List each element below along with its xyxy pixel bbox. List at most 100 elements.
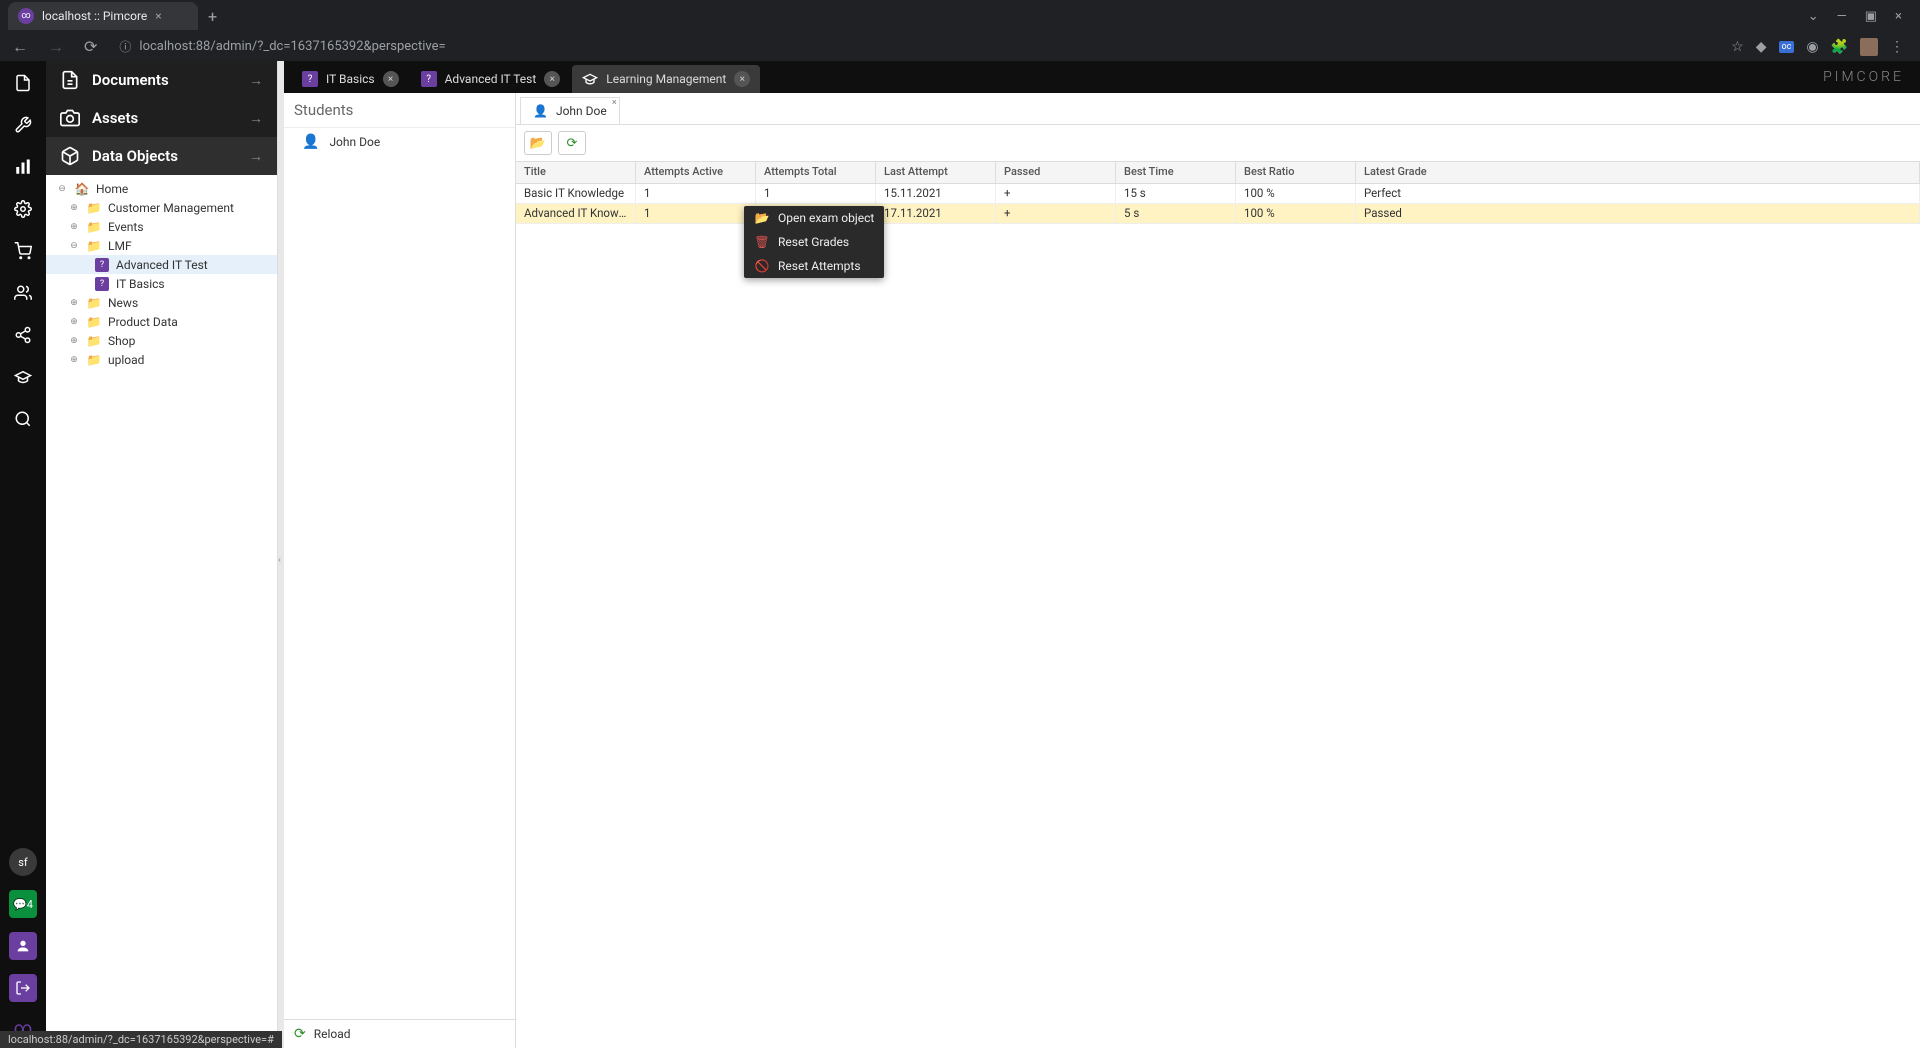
chart-icon[interactable]	[11, 155, 35, 179]
sidebar-section-data-objects[interactable]: Data Objects →	[46, 137, 277, 175]
col-title[interactable]: Title	[516, 162, 636, 183]
tree-item-lmf[interactable]: ⊖ 📁 LMF	[46, 236, 277, 255]
student-row[interactable]: 👤 John Doe	[284, 128, 515, 156]
folder-icon: 📁	[86, 220, 102, 234]
tree-item-it-basics[interactable]: ? IT Basics	[46, 274, 277, 293]
cart-icon[interactable]	[11, 239, 35, 263]
ctx-reset-attempts[interactable]: 🚫 Reset Attempts	[744, 254, 884, 278]
wrench-icon[interactable]	[11, 113, 35, 137]
tree-item-label: IT Basics	[116, 277, 165, 291]
close-icon[interactable]: ×	[734, 71, 750, 87]
collapse-icon[interactable]: ⊖	[56, 184, 68, 194]
refresh-icon: ⟳	[567, 136, 578, 151]
tree-item-home[interactable]: ⊖ 🏠 Home	[46, 179, 277, 198]
file-icon[interactable]	[11, 71, 35, 95]
tree-item-customer-mgmt[interactable]: ⊕ 📁 Customer Management	[46, 198, 277, 217]
reload-icon: ⟳	[294, 1026, 306, 1042]
symfony-icon[interactable]: sf	[9, 848, 37, 876]
tree-item-label: News	[108, 296, 138, 310]
detail-tab-john-doe[interactable]: 👤 John Doe ×	[520, 97, 620, 124]
info-icon: ⓘ	[119, 38, 131, 55]
collapse-icon[interactable]: ⊖	[68, 241, 80, 251]
camera-icon	[60, 108, 80, 128]
refresh-button[interactable]: ⟳	[558, 131, 586, 155]
tab-it-basics[interactable]: ? IT Basics ×	[292, 65, 409, 93]
profile-avatar[interactable]	[1860, 38, 1878, 56]
tree-item-news[interactable]: ⊕ 📁 News	[46, 293, 277, 312]
tree-item-upload[interactable]: ⊕ 📁 upload	[46, 350, 277, 369]
forward-button[interactable]: →	[44, 37, 68, 57]
open-folder-button[interactable]: 📂	[524, 131, 552, 155]
extension-icon-2[interactable]: oc	[1779, 41, 1795, 53]
col-last-attempt[interactable]: Last Attempt	[876, 162, 996, 183]
results-grid: Title Attempts Active Attempts Total Las…	[516, 162, 1920, 1048]
close-icon[interactable]: ×	[544, 71, 560, 87]
users-icon[interactable]	[11, 281, 35, 305]
notifications-badge[interactable]: 💬4	[9, 890, 37, 918]
splitter[interactable]	[278, 61, 284, 1048]
col-attempts-active[interactable]: Attempts Active	[636, 162, 756, 183]
document-icon	[60, 70, 80, 90]
extension-icon-1[interactable]: ◆	[1756, 39, 1767, 55]
col-latest-grade[interactable]: Latest Grade	[1356, 162, 1920, 183]
graduation-icon	[582, 71, 598, 87]
ctx-open-exam[interactable]: 📂 Open exam object	[744, 206, 884, 230]
table-row[interactable]: Basic IT Knowledge 1 1 15.11.2021 + 15 s…	[516, 184, 1920, 204]
table-row[interactable]: Advanced IT Knowled... 1 1 17.11.2021 + …	[516, 204, 1920, 224]
ctx-label: Reset Grades	[778, 235, 849, 249]
tree-item-shop[interactable]: ⊕ 📁 Shop	[46, 331, 277, 350]
arrow-right-icon: →	[249, 148, 263, 165]
cell-best-ratio: 100 %	[1236, 184, 1356, 203]
menu-icon[interactable]: ⋮	[1890, 39, 1904, 55]
sidebar-section-documents[interactable]: Documents →	[46, 61, 277, 99]
search-icon[interactable]	[11, 407, 35, 431]
tab-learning-management[interactable]: Learning Management ×	[572, 65, 760, 93]
browser-tab-close-icon[interactable]: ×	[155, 9, 161, 23]
context-menu: 📂 Open exam object 🗑 Reset Grades 🚫 Rese…	[744, 206, 884, 278]
minimize-icon[interactable]: —	[1837, 9, 1847, 24]
back-button[interactable]: ←	[8, 37, 32, 57]
col-passed[interactable]: Passed	[996, 162, 1116, 183]
new-tab-button[interactable]: +	[198, 7, 227, 26]
star-icon[interactable]: ☆	[1731, 39, 1744, 55]
tree-item-advanced-it-test[interactable]: ? Advanced IT Test	[46, 255, 277, 274]
ctx-reset-grades[interactable]: 🗑 Reset Grades	[744, 230, 884, 254]
sidebar-section-assets[interactable]: Assets →	[46, 99, 277, 137]
close-window-icon[interactable]: ×	[1895, 9, 1902, 24]
home-icon: 🏠	[74, 182, 90, 196]
maximize-icon[interactable]: ▣	[1865, 9, 1877, 24]
col-best-ratio[interactable]: Best Ratio	[1236, 162, 1356, 183]
folder-icon: 📁	[86, 296, 102, 310]
browser-tab[interactable]: ∞ localhost :: Pimcore ×	[8, 2, 198, 30]
logout-icon[interactable]	[9, 974, 37, 1002]
gear-icon[interactable]	[11, 197, 35, 221]
tab-advanced-it-test[interactable]: ? Advanced IT Test ×	[411, 65, 571, 93]
tree-item-events[interactable]: ⊕ 📁 Events	[46, 217, 277, 236]
cell-active: 1	[636, 204, 756, 223]
close-icon[interactable]: ×	[612, 98, 617, 108]
expand-icon[interactable]: ⊕	[68, 317, 80, 327]
extension-icon-3[interactable]: ◉	[1806, 39, 1818, 55]
extensions-icon[interactable]: 🧩	[1831, 39, 1848, 55]
tree-item-product-data[interactable]: ⊕ 📁 Product Data	[46, 312, 277, 331]
expand-icon[interactable]: ⊕	[68, 203, 80, 213]
close-icon[interactable]: ×	[383, 71, 399, 87]
reload-button[interactable]: ⟳ Reload	[284, 1019, 515, 1048]
tree-item-label: Customer Management	[108, 201, 234, 215]
reload-button[interactable]: ⟳	[80, 37, 101, 56]
user-profile-icon[interactable]	[9, 932, 37, 960]
expand-icon[interactable]: ⊕	[68, 222, 80, 232]
graduation-icon[interactable]	[11, 365, 35, 389]
tree-item-label: Product Data	[108, 315, 178, 329]
sidebar-section-label: Documents	[92, 71, 169, 89]
expand-icon[interactable]: ⊕	[68, 336, 80, 346]
expand-icon[interactable]: ⊕	[68, 298, 80, 308]
expand-icon[interactable]: ⊕	[68, 355, 80, 365]
pimcore-app: sf 💬4 ∞ Documents → Assets → Data Object…	[0, 61, 1920, 1048]
folder-open-icon: 📂	[754, 211, 770, 225]
col-attempts-total[interactable]: Attempts Total	[756, 162, 876, 183]
col-best-time[interactable]: Best Time	[1116, 162, 1236, 183]
url-input[interactable]: ⓘ localhost:88/admin/?_dc=1637165392&per…	[113, 38, 1719, 55]
share-icon[interactable]	[11, 323, 35, 347]
chevron-down-icon[interactable]: ⌄	[1808, 9, 1819, 24]
